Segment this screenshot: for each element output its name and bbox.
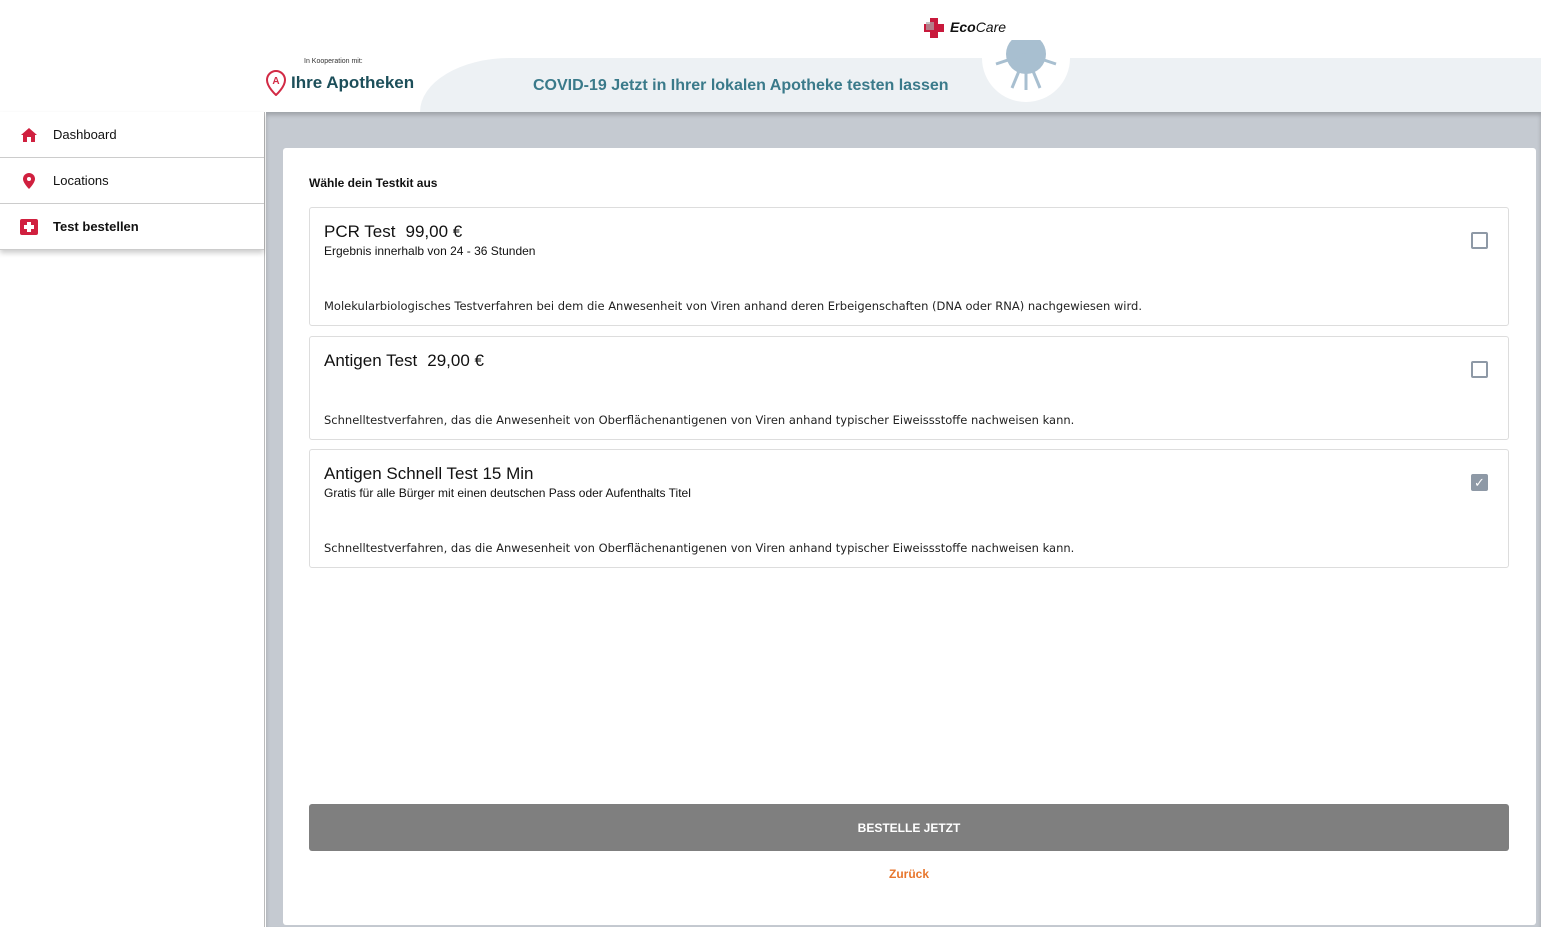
option-pcr-test[interactable]: PCR Test 99,00 € Ergebnis innerhalb von 2…: [309, 207, 1509, 326]
home-icon: [21, 127, 37, 142]
testkit-card: Wähle dein Testkit aus PCR Test 99,00 € E…: [283, 148, 1536, 925]
brand-bold: Eco: [950, 19, 976, 35]
slogan: COVID-19 Jetzt in Ihrer lokalen Apotheke…: [533, 77, 949, 94]
map-pin-a-icon: A: [266, 70, 286, 96]
option-name: PCR Test: [324, 222, 396, 241]
option-checkbox[interactable]: [1471, 232, 1488, 249]
option-antigen-schnell-test[interactable]: Antigen Schnell Test 15 Min Gratis für a…: [309, 449, 1509, 568]
sidebar-item-label: Test bestellen: [53, 219, 139, 234]
svg-text:A: A: [272, 76, 279, 87]
option-name: Antigen Schnell Test 15 Min: [324, 464, 534, 483]
back-link[interactable]: Zurück: [309, 867, 1509, 881]
option-subtitle: Ergebnis innerhalb von 24 - 36 Stunden: [324, 244, 536, 258]
option-checkbox-checked[interactable]: ✓: [1471, 474, 1488, 491]
medical-cross-icon: [20, 218, 38, 235]
main-area: Wähle dein Testkit aus PCR Test 99,00 € E…: [266, 112, 1541, 927]
option-description: Molekularbiologisches Testverfahren bei …: [324, 299, 1142, 313]
brand-light: Care: [975, 19, 1007, 35]
check-icon: ✓: [1474, 474, 1485, 490]
page-title: Wähle dein Testkit aus: [309, 176, 438, 190]
option-description: Schnelltestverfahren, das die Anwesenhei…: [324, 413, 1075, 427]
option-name: Antigen Test: [324, 351, 418, 370]
sidebar: Dashboard Locations Test bestellen: [0, 112, 265, 927]
cross-logo-icon: [924, 18, 944, 38]
sidebar-item-test-bestellen[interactable]: Test bestellen: [0, 204, 264, 250]
partner-name: Ihre Apotheken: [291, 73, 415, 92]
sidebar-item-label: Dashboard: [53, 127, 117, 142]
option-subtitle: Gratis für alle Bürger mit einen deutsch…: [324, 486, 691, 500]
option-checkbox[interactable]: [1471, 361, 1488, 378]
option-price: 99,00 €: [405, 222, 463, 241]
cooperation-label: In Kooperation mit:: [304, 58, 363, 65]
sidebar-item-label: Locations: [53, 173, 109, 188]
option-antigen-test[interactable]: Antigen Test 29,00 € Schnelltestverfahren…: [309, 336, 1509, 440]
header: EcoCare In Kooperation mit: A Ihre Apoth…: [0, 0, 1541, 112]
sidebar-item-locations[interactable]: Locations: [0, 158, 264, 204]
sidebar-item-dashboard[interactable]: Dashboard: [0, 112, 264, 158]
partner-logo[interactable]: A Ihre Apotheken: [266, 70, 414, 96]
location-pin-icon: [23, 172, 35, 189]
order-now-button[interactable]: BESTELLE JETZT: [309, 804, 1509, 851]
option-price: 29,00 €: [427, 351, 484, 370]
ecocare-logo[interactable]: EcoCare: [922, 16, 1006, 38]
option-description: Schnelltestverfahren, das die Anwesenhei…: [324, 541, 1075, 555]
